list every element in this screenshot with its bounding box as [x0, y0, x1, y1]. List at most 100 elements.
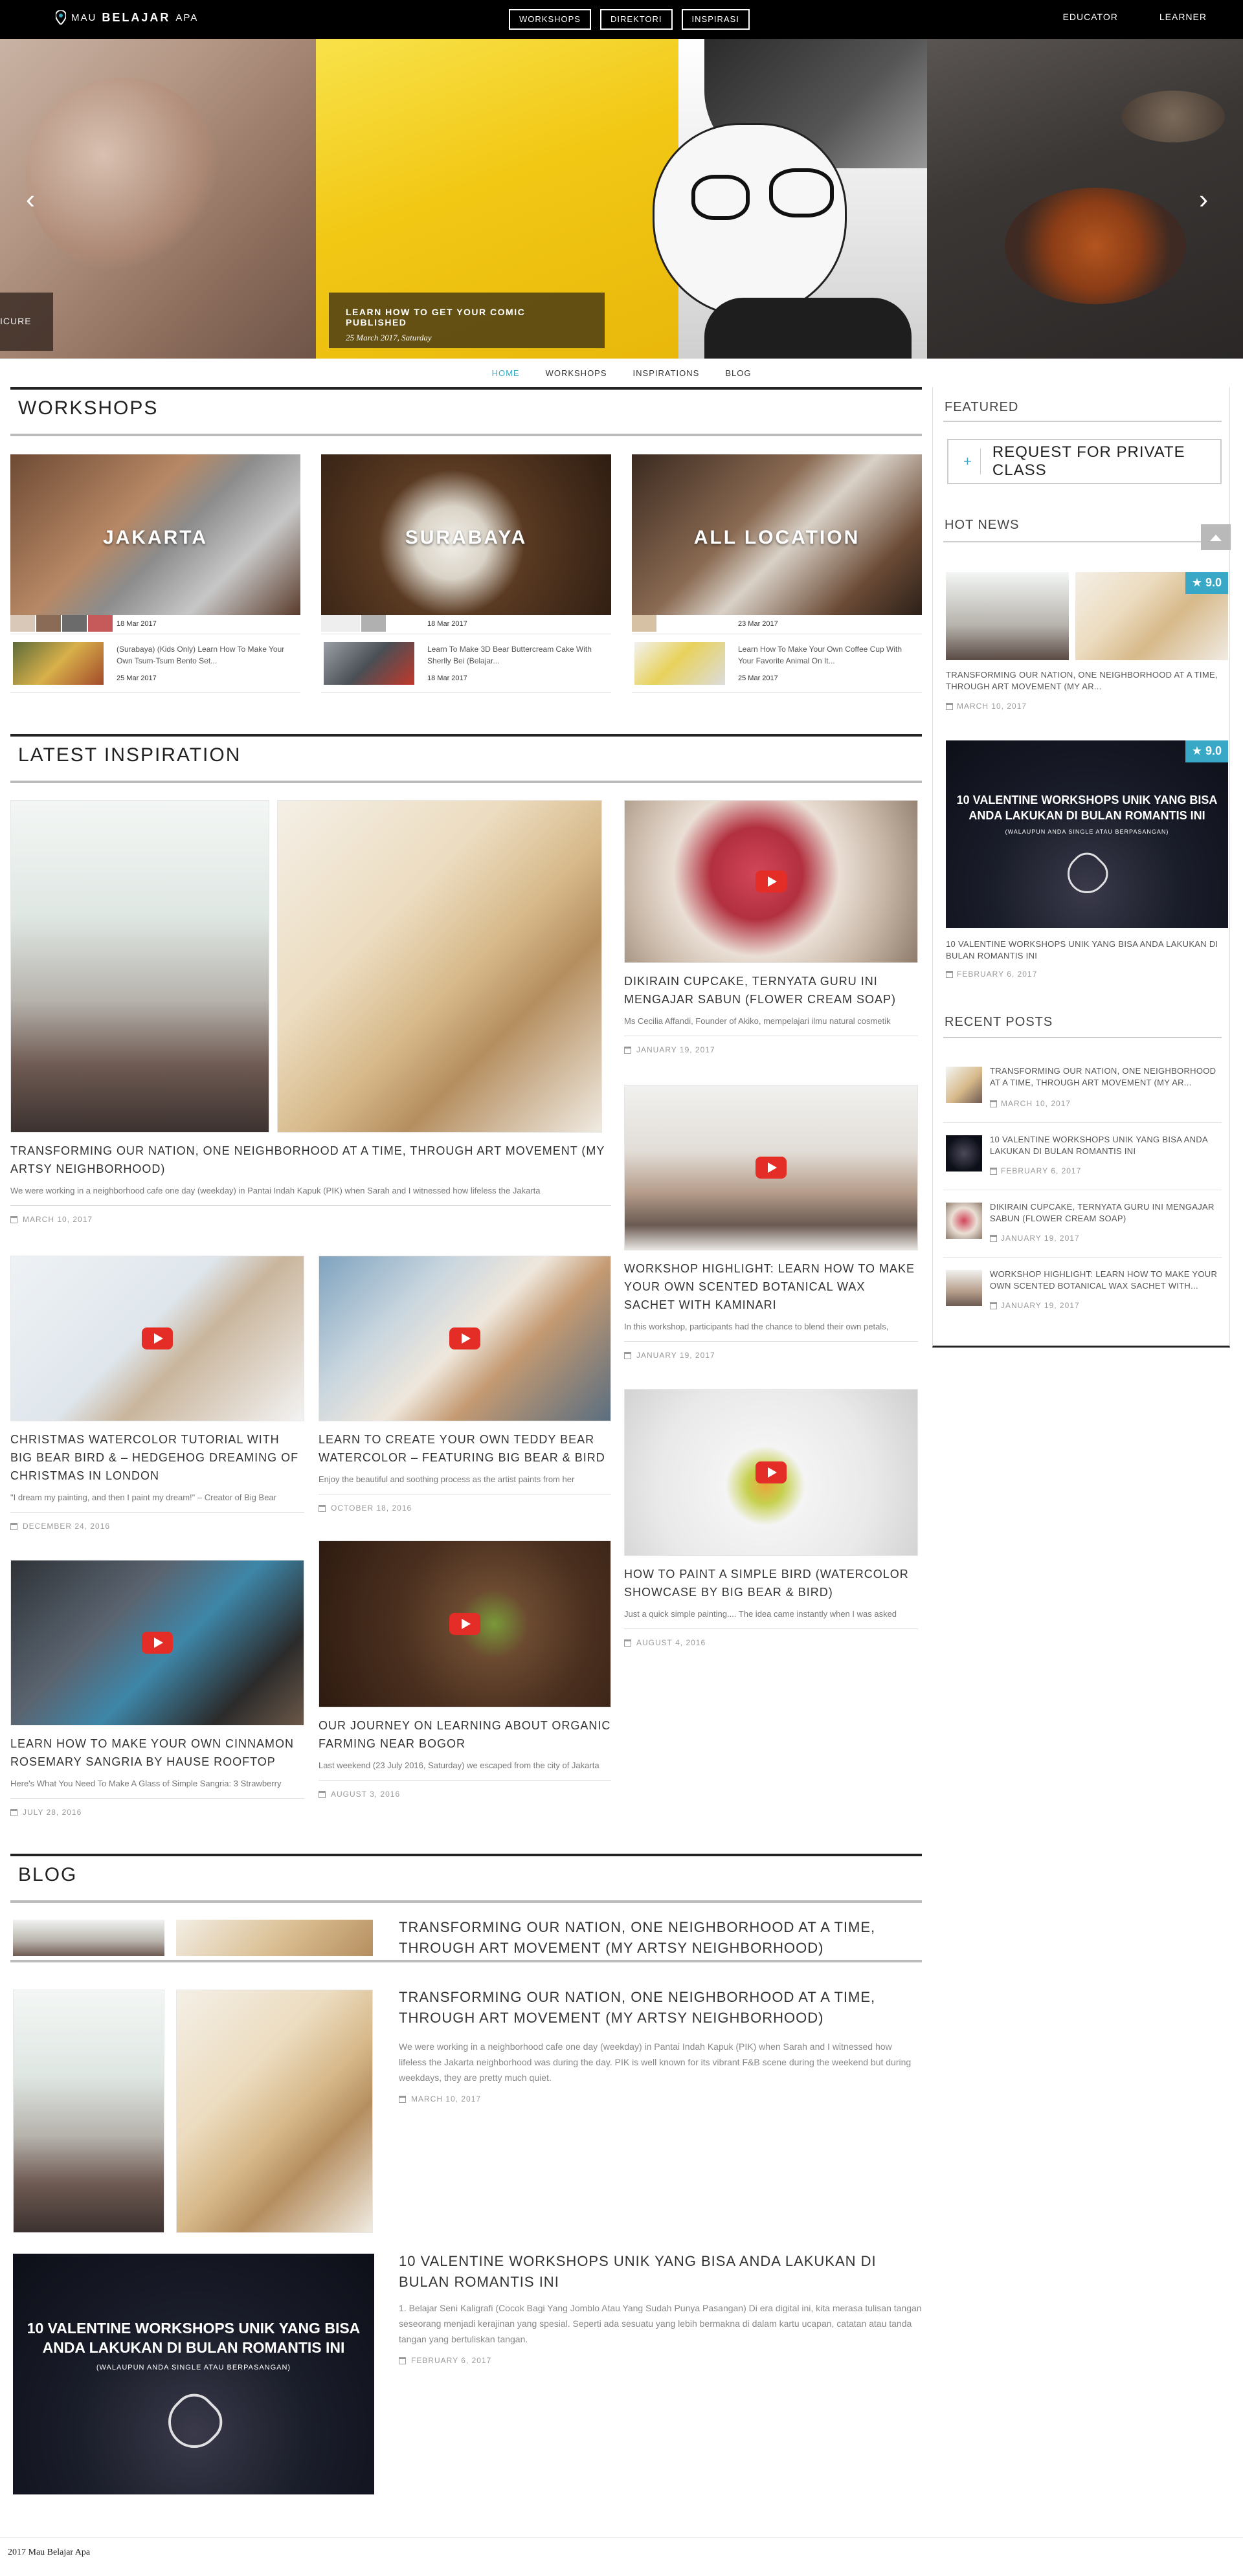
inspiration-title[interactable]: CHRISTMAS WATERCOLOR TUTORIAL WITH BIG B… — [10, 1430, 304, 1485]
play-video-icon[interactable] — [142, 1632, 173, 1654]
nav-home[interactable]: HOME — [492, 368, 520, 378]
blog-post-title[interactable]: TRANSFORMING OUR NATION, ONE NEIGHBORHOO… — [399, 1987, 917, 2028]
workshop-item-date: 25 Mar 2017 — [738, 674, 778, 682]
blog-image-cafe — [13, 1990, 164, 2233]
hot-news-image-watercolor[interactable]: ★ 9.0 — [1075, 572, 1228, 660]
play-video-icon[interactable] — [449, 1327, 480, 1349]
workshop-item-title: Learn How To Make Your Own Coffee Cup Wi… — [738, 645, 902, 665]
inspiration-card-featured[interactable]: TRANSFORMING OUR NATION, ONE NEIGHBORHOO… — [10, 800, 611, 1224]
hero-caption[interactable]: LEARN HOW TO GET YOUR COMIC PUBLISHED 25… — [329, 293, 605, 348]
play-video-icon[interactable] — [449, 1613, 480, 1635]
recent-post-date: MARCH 10, 2017 — [1001, 1099, 1071, 1108]
hot-news-title[interactable]: TRANSFORMING OUR NATION, ONE NEIGHBORHOO… — [946, 669, 1228, 693]
inspiration-image-featured — [10, 800, 611, 1133]
scroll-to-top-button[interactable] — [1201, 524, 1231, 550]
workshop-list-item[interactable]: Learn How To Make Your Own Coffee Cup Wi… — [632, 637, 922, 693]
inspiration-card[interactable]: HOW TO PAINT A SIMPLE BIRD (WATERCOLOR S… — [624, 1389, 918, 1647]
nav-blog[interactable]: BLOG — [725, 368, 751, 378]
calendar-icon — [624, 1046, 631, 1054]
workshop-list-item[interactable]: (Surabaya) (Kids Only) Learn How To Make… — [10, 637, 300, 693]
hero-next-plate — [1005, 188, 1186, 304]
hot-news-image-cafe[interactable] — [946, 572, 1069, 660]
blog-post-row[interactable]: TRANSFORMING OUR NATION, ONE NEIGHBORHOO… — [10, 1987, 922, 2233]
inspiration-date-row: MARCH 10, 2017 — [10, 1215, 611, 1224]
inspiration-card[interactable]: OUR JOURNEY ON LEARNING ABOUT ORGANIC FA… — [319, 1540, 611, 1799]
learner-link[interactable]: LEARNER — [1159, 12, 1207, 22]
recent-post-thumb[interactable] — [946, 1203, 982, 1239]
inspiration-card[interactable]: LEARN HOW TO MAKE YOUR OWN CINNAMON ROSE… — [10, 1560, 304, 1817]
inspiration-title[interactable]: LEARN TO CREATE YOUR OWN TEDDY BEAR WATE… — [319, 1430, 611, 1467]
inspiration-card[interactable]: WORKSHOP HIGHLIGHT: LEARN HOW TO MAKE YO… — [624, 1085, 918, 1360]
recent-post-title[interactable]: DIKIRAIN CUPCAKE, TERNYATA GURU INI MENG… — [990, 1201, 1223, 1225]
inspiration-title[interactable]: DIKIRAIN CUPCAKE, TERNYATA GURU INI MENG… — [624, 972, 918, 1008]
recent-post-title[interactable]: TRANSFORMING OUR NATION, ONE NEIGHBORHOO… — [990, 1065, 1223, 1089]
inspiration-excerpt: Here's What You Need To Make A Glass of … — [10, 1779, 282, 1788]
inspiration-date: AUGUST 4, 2016 — [636, 1638, 706, 1647]
workshop-card-jakarta[interactable]: JAKARTA 18 Mar 2017 (Surabaya) (Kids Onl… — [10, 454, 300, 703]
blog-post-title[interactable]: 10 VALENTINE WORKSHOPS UNIK YANG BISA AN… — [399, 2251, 891, 2293]
recent-post-date-row: JANUARY 19, 2017 — [990, 1301, 1080, 1310]
logo-text-light: MAU — [71, 12, 97, 23]
top-nav-inspirasi[interactable]: INSPIRASI — [681, 9, 750, 30]
inspiration-title[interactable]: HOW TO PAINT A SIMPLE BIRD (WATERCOLOR S… — [624, 1565, 918, 1601]
calendar-icon — [319, 1790, 326, 1798]
play-video-icon[interactable] — [756, 1461, 787, 1483]
workshop-thumbs — [10, 615, 113, 632]
thumb-1 — [632, 615, 656, 632]
top-nav: WORKSHOPS DIREKTORI INSPIRASI — [509, 9, 750, 30]
nav-inspirations[interactable]: INSPIRATIONS — [633, 368, 700, 378]
blog-post-row[interactable]: 10 VALENTINE WORKSHOPS UNIK YANG BISA AND… — [10, 2251, 922, 2494]
divider — [319, 1780, 611, 1781]
recent-post-thumb[interactable] — [946, 1270, 982, 1306]
blog-post-date: FEBRUARY 6, 2017 — [411, 2356, 492, 2365]
play-video-icon[interactable] — [142, 1327, 173, 1349]
top-nav-workshops[interactable]: WORKSHOPS — [509, 9, 591, 30]
recent-post-thumb[interactable] — [946, 1067, 982, 1103]
hero-carousel: ICURE LEARN HOW TO GET YOUR COMIC PUBLIS… — [0, 39, 1243, 359]
sidebar: FEATURED + REQUEST FOR PRIVATE CLASS HOT… — [932, 387, 1231, 1348]
workshop-item-date: 18 Mar 2017 — [427, 674, 467, 682]
inspiration-card[interactable]: CHRISTMAS WATERCOLOR TUTORIAL WITH BIG B… — [10, 1256, 304, 1531]
calendar-icon — [990, 1167, 997, 1175]
recent-post-title[interactable]: 10 VALENTINE WORKSHOPS UNIK YANG BISA AN… — [990, 1134, 1223, 1157]
hero-slide-prev[interactable]: ICURE — [0, 39, 316, 359]
recent-post-thumb[interactable] — [946, 1135, 982, 1171]
calendar-icon — [399, 2095, 406, 2103]
divider — [943, 421, 1222, 422]
inspiration-excerpt: We were working in a neighborhood cafe o… — [10, 1186, 541, 1195]
blog-post-row[interactable]: TRANSFORMING OUR NATION, ONE NEIGHBORHOO… — [10, 1917, 922, 1962]
play-video-icon[interactable] — [756, 871, 787, 893]
workshop-list-item[interactable]: Learn To Make 3D Bear Buttercream Cake W… — [321, 637, 611, 693]
workshop-card-all-location[interactable]: ALL LOCATION 23 Mar 2017 Learn How To Ma… — [632, 454, 922, 703]
logo-text-rest: APA — [175, 12, 199, 23]
play-video-icon[interactable] — [756, 1157, 787, 1179]
workshop-item-title: Learn To Make 3D Bear Buttercream Cake W… — [427, 645, 592, 665]
inspiration-title[interactable]: OUR JOURNEY ON LEARNING ABOUT ORGANIC FA… — [319, 1716, 611, 1753]
hero-slide-active[interactable]: LEARN HOW TO GET YOUR COMIC PUBLISHED 25… — [316, 39, 927, 359]
request-private-class-button[interactable]: + REQUEST FOR PRIVATE CLASS — [947, 439, 1222, 484]
calendar-icon — [990, 1234, 997, 1242]
hero-slide-next[interactable] — [927, 39, 1243, 359]
nav-workshops[interactable]: WORKSHOPS — [546, 368, 607, 378]
workshop-date: 23 Mar 2017 — [738, 620, 778, 628]
blog-post-title[interactable]: TRANSFORMING OUR NATION, ONE NEIGHBORHOO… — [399, 1917, 917, 1959]
inspiration-date-row: AUGUST 3, 2016 — [319, 1790, 611, 1799]
hot-news-title[interactable]: 10 VALENTINE WORKSHOPS UNIK YANG BISA AN… — [946, 938, 1228, 962]
inspiration-card[interactable]: LEARN TO CREATE YOUR OWN TEDDY BEAR WATE… — [319, 1256, 611, 1513]
inspiration-card[interactable]: DIKIRAIN CUPCAKE, TERNYATA GURU INI MENG… — [624, 800, 918, 1054]
divider — [943, 1122, 1222, 1123]
recent-post-title[interactable]: WORKSHOP HIGHLIGHT: LEARN HOW TO MAKE YO… — [990, 1269, 1223, 1292]
inspiration-title[interactable]: TRANSFORMING OUR NATION, ONE NEIGHBORHOO… — [10, 1142, 611, 1178]
educator-link[interactable]: EDUCATOR — [1063, 12, 1118, 22]
chevron-right-icon[interactable]: › — [1199, 186, 1208, 213]
inspiration-title[interactable]: LEARN HOW TO MAKE YOUR OWN CINNAMON ROSE… — [10, 1735, 304, 1771]
inspiration-title[interactable]: WORKSHOP HIGHLIGHT: LEARN HOW TO MAKE YO… — [624, 1260, 918, 1314]
workshop-card-surabaya[interactable]: SURABAYA 18 Mar 2017 Learn To Make 3D Be… — [321, 454, 611, 703]
top-nav-direktori[interactable]: DIREKTORI — [599, 9, 673, 30]
hot-news-date: FEBRUARY 6, 2017 — [957, 970, 1038, 979]
blog-date-row: MARCH 10, 2017 — [399, 2094, 481, 2104]
site-logo[interactable]: MAU BELAJAR APA — [56, 10, 198, 25]
hot-news-image-valentine[interactable]: ★ 9.0 10 VALENTINE WORKSHOPS UNIK YANG B… — [946, 740, 1228, 928]
chevron-left-icon[interactable]: ‹ — [26, 186, 35, 213]
inspiration-date-row: JULY 28, 2016 — [10, 1808, 304, 1817]
